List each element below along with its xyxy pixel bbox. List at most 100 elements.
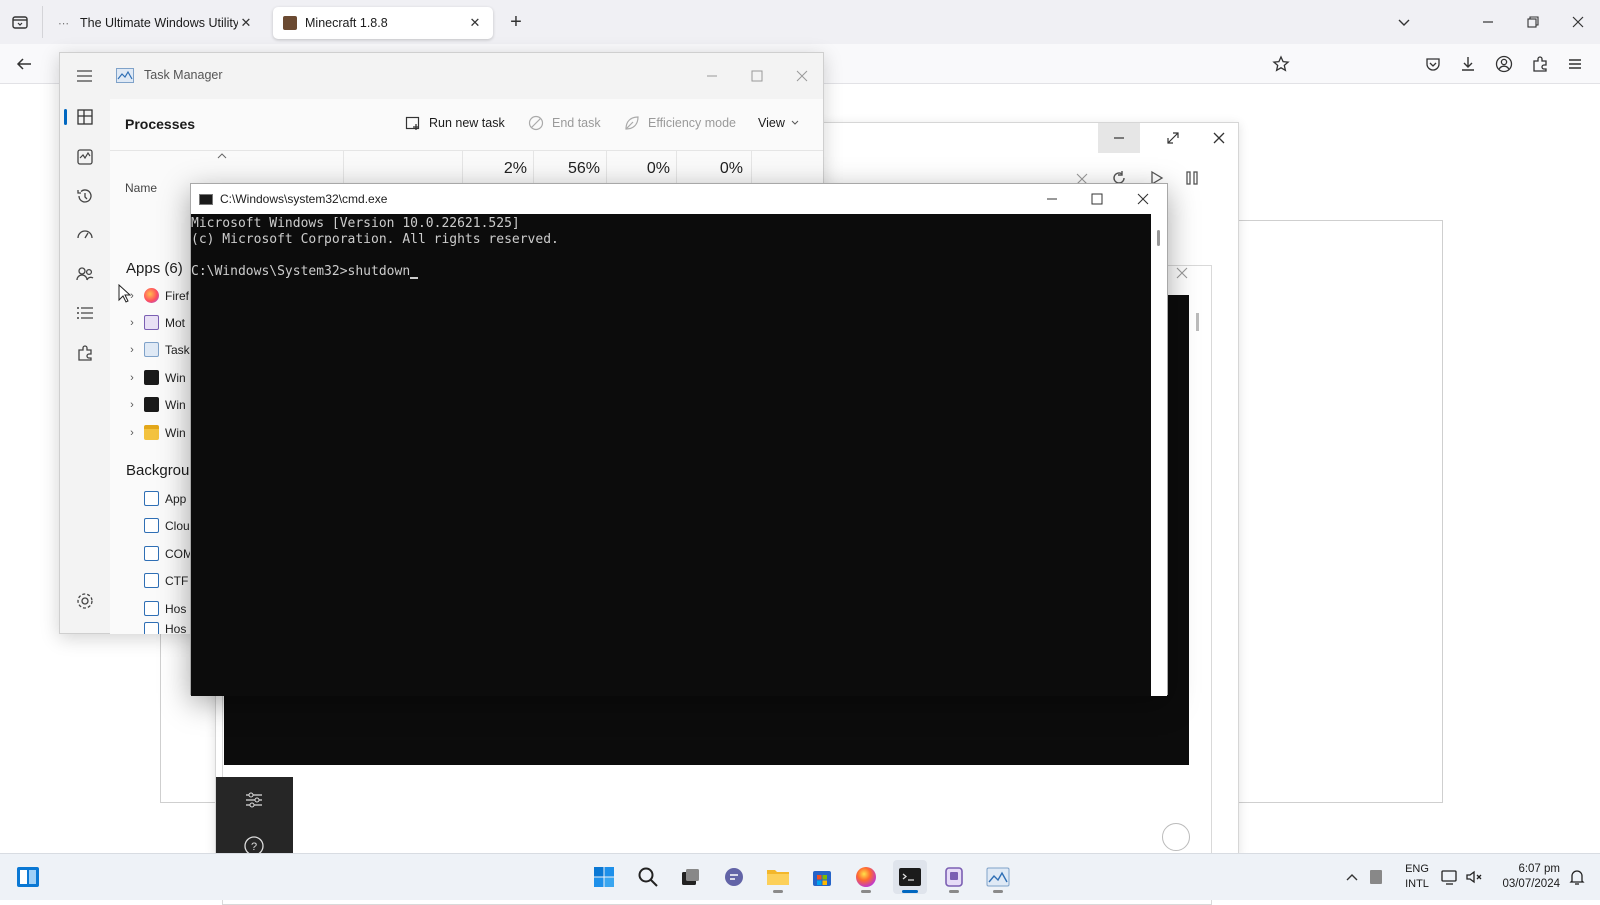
microsoft-store-icon[interactable]	[805, 860, 839, 894]
performance-icon[interactable]	[74, 146, 96, 168]
network-display-icon[interactable]	[1441, 868, 1459, 886]
maximize-icon[interactable]	[1090, 192, 1104, 206]
scrollbar-thumb[interactable]	[1157, 230, 1160, 246]
view-dropdown[interactable]: View	[758, 111, 799, 135]
account-icon[interactable]	[1495, 55, 1513, 73]
svg-text:?: ?	[251, 841, 257, 853]
tab-list-icon[interactable]	[10, 12, 30, 32]
hamburger-menu-icon[interactable]	[76, 69, 94, 83]
download-icon[interactable]	[1459, 55, 1477, 73]
process-name: Mot	[165, 315, 186, 330]
task-manager-taskbar-icon[interactable]	[981, 860, 1015, 894]
clock[interactable]: 6:07 pm 03/07/2024	[1490, 862, 1560, 892]
minimize-icon[interactable]	[705, 69, 719, 83]
firefox-icon[interactable]	[849, 860, 883, 894]
tab-windows-utility[interactable]: ⋯ The Ultimate Windows Utility ✕	[48, 7, 264, 39]
run-new-task-button[interactable]: Run new task	[405, 111, 505, 135]
users-icon[interactable]	[74, 263, 96, 285]
extensions-puzzle-icon[interactable]	[1531, 55, 1549, 73]
volume-muted-icon[interactable]	[1465, 868, 1483, 886]
tab-minecraft[interactable]: Minecraft 1.8.8 ✕	[273, 7, 493, 39]
sort-up-icon[interactable]	[217, 152, 227, 160]
cmd-app-icon	[199, 193, 213, 205]
tab-title: The Ultimate Windows Utility	[80, 16, 238, 30]
gauge-icon[interactable]	[1162, 823, 1190, 851]
task-manager-sidebar	[60, 99, 110, 634]
notification-bell-icon[interactable]	[1568, 868, 1586, 886]
close-icon[interactable]	[795, 69, 809, 83]
new-tab-plus-icon[interactable]: +	[506, 12, 526, 32]
close-tab-icon[interactable]: ✕	[467, 15, 483, 31]
tray-app-icon[interactable]	[1370, 870, 1382, 884]
process-name: Task	[165, 342, 190, 357]
maximize-icon[interactable]	[750, 69, 764, 83]
settings-gear-icon[interactable]	[74, 590, 96, 612]
command-prompt-window: C:\Windows\system32\cmd.exe Microsoft Wi…	[190, 183, 1168, 696]
startup-apps-icon[interactable]	[74, 224, 96, 246]
efficiency-mode-button[interactable]: Efficiency mode	[624, 111, 736, 135]
expand-chevron-icon[interactable]: ›	[122, 344, 142, 356]
active-indicator	[902, 890, 918, 893]
expand-chevron-icon[interactable]: ›	[122, 399, 142, 411]
services-puzzle-icon[interactable]	[74, 342, 96, 364]
file-explorer-icon[interactable]	[761, 860, 795, 894]
task-view-icon[interactable]	[673, 860, 707, 894]
background-group-header: Backgrou	[126, 462, 190, 479]
app-history-icon[interactable]	[74, 185, 96, 207]
windows-taskbar: ENG INTL 6:07 pm 03/07/2024	[0, 853, 1600, 900]
keyboard-layout-label: INTL	[1405, 878, 1429, 890]
restore-icon[interactable]	[1525, 14, 1541, 30]
game-minimize-button[interactable]	[1098, 123, 1140, 153]
close-window-icon[interactable]	[1570, 14, 1586, 30]
memory-percentage[interactable]: 56%	[550, 160, 600, 178]
terminal-line: Microsoft Windows [Version 10.0.22621.52…	[191, 216, 520, 231]
game-close-icon[interactable]	[1210, 129, 1228, 147]
terminal-output[interactable]: Microsoft Windows [Version 10.0.22621.52…	[191, 214, 1151, 696]
show-hidden-icons-chevron-icon[interactable]	[1345, 870, 1359, 884]
panel-close-icon[interactable]	[1174, 265, 1190, 281]
minimize-icon[interactable]	[1480, 14, 1496, 30]
close-icon[interactable]	[1136, 192, 1150, 206]
hamburger-menu-icon[interactable]	[1566, 55, 1584, 73]
expand-chevron-icon[interactable]: ›	[122, 317, 142, 329]
end-task-button[interactable]: End task	[528, 111, 601, 135]
scroll-thumb[interactable]	[1196, 313, 1199, 331]
expand-chevron-icon[interactable]: ›	[122, 372, 142, 384]
date-label: 03/07/2024	[1502, 878, 1560, 890]
cpu-percentage[interactable]: 2%	[482, 160, 527, 178]
process-name: CTF	[165, 573, 189, 588]
chat-icon[interactable]	[717, 860, 751, 894]
widgets-icon[interactable]	[16, 865, 40, 889]
back-arrow-icon[interactable]	[15, 55, 33, 73]
chevron-down-icon[interactable]	[1396, 14, 1412, 30]
input-language-indicator[interactable]: ENG INTL	[1397, 862, 1437, 892]
terminal-command-line: C:\Windows\System32>shutdown	[191, 264, 411, 279]
network-percentage[interactable]: 0%	[698, 160, 743, 178]
leaf-icon	[625, 116, 639, 130]
process-window-icon	[144, 546, 159, 561]
details-list-icon[interactable]	[74, 302, 96, 324]
page-title: Processes	[125, 116, 196, 132]
processes-icon[interactable]	[74, 106, 96, 128]
bookmark-star-icon[interactable]	[1272, 55, 1290, 73]
start-windows-icon[interactable]	[587, 860, 621, 894]
process-window-icon	[144, 573, 159, 588]
vertical-scrollbar[interactable]	[1151, 214, 1167, 696]
process-window-icon	[144, 518, 159, 533]
column-name[interactable]: Name	[125, 181, 157, 195]
pocket-icon[interactable]	[1424, 55, 1442, 73]
fullscreen-icon[interactable]	[1164, 129, 1182, 147]
pause-icon[interactable]	[1182, 168, 1202, 188]
settings-sliders-icon[interactable]	[243, 789, 265, 811]
process-name: Win	[165, 370, 186, 385]
efficiency-mode-label: Efficiency mode	[648, 116, 737, 130]
app-taskbar-icon[interactable]	[937, 860, 971, 894]
search-icon[interactable]	[631, 860, 665, 894]
expand-chevron-icon[interactable]: ›	[122, 427, 142, 439]
close-tab-icon[interactable]: ✕	[238, 15, 254, 31]
minimize-icon[interactable]	[1045, 192, 1059, 206]
header-divider	[110, 150, 823, 151]
disk-percentage[interactable]: 0%	[625, 160, 670, 178]
terminal-taskbar-icon[interactable]	[893, 860, 927, 894]
